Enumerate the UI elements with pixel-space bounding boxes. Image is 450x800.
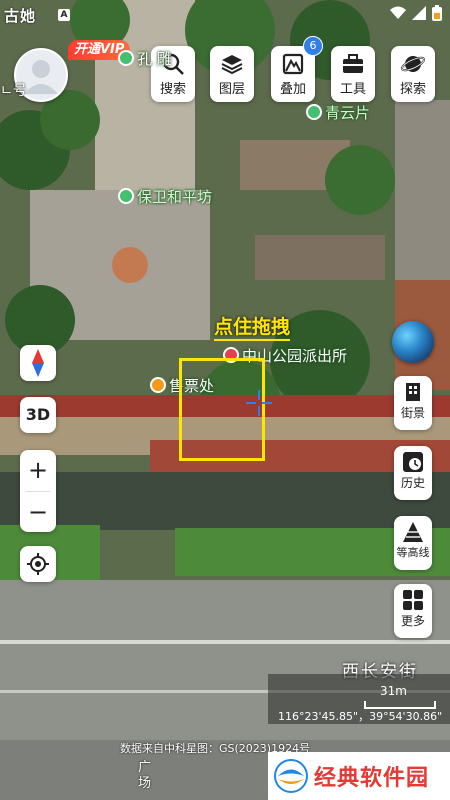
building-icon (406, 383, 420, 401)
explore-button[interactable]: 探索 (391, 46, 435, 102)
contour-label: 等高线 (396, 546, 430, 559)
globe-button[interactable] (392, 321, 434, 363)
more-button[interactable]: 更多 (394, 584, 432, 638)
street-label-vertical: 广场 (138, 760, 152, 791)
notification-icon: A (58, 9, 70, 21)
layers-button[interactable]: 图层 (210, 46, 254, 102)
status-bar: 古她 A (0, 0, 450, 30)
coordinates: 116°23'45.85"，39°54'30.86" (278, 710, 443, 723)
overlay-icon (282, 53, 304, 75)
street-view-label: 街景 (400, 406, 425, 420)
poi-qingyun[interactable]: 青云片 (306, 102, 370, 123)
3d-toggle-button[interactable]: 3D (20, 397, 56, 433)
more-label: 更多 (400, 614, 425, 628)
contour-icon (403, 522, 423, 542)
scale-panel: 31m 116°23'45.85"，39°54'30.86" (268, 674, 450, 724)
watermark-logo-icon (274, 759, 308, 793)
zoom-controls: + − (20, 450, 56, 532)
crosshair-icon (246, 390, 272, 416)
compass-button[interactable] (20, 345, 56, 381)
history-icon (403, 452, 423, 472)
wifi-icon (390, 6, 406, 19)
status-icons (390, 5, 442, 21)
drag-hint: 点住拖拽 (214, 312, 291, 341)
locate-button[interactable] (20, 546, 56, 582)
history-label: 历史 (400, 476, 425, 490)
layers-label: 图层 (218, 82, 245, 97)
overlay-count-badge: 6 (303, 36, 323, 56)
ticket-marker-icon (150, 377, 166, 393)
poi-marker-icon (118, 188, 134, 204)
planet-icon (401, 56, 425, 72)
battery-icon (432, 5, 442, 21)
status-time: 古她 (4, 7, 37, 25)
corner-label: ㄴ号 (0, 83, 27, 99)
explore-label: 探索 (399, 82, 426, 97)
poi-baowei[interactable]: 保卫和平坊 (118, 186, 212, 207)
scale-label: 31m (380, 684, 407, 698)
poi-top[interactable]: 孔 雕 (118, 48, 172, 69)
layers-icon (221, 55, 243, 75)
history-button[interactable]: 历史 (394, 446, 432, 500)
search-label: 搜索 (159, 82, 186, 97)
watermark: 经典软件园 (268, 752, 450, 800)
overlay-label: 叠加 (279, 82, 306, 97)
tools-label: 工具 (339, 82, 366, 97)
zoom-in-button[interactable]: + (20, 450, 56, 491)
watermark-text: 经典软件园 (314, 766, 430, 791)
poi-marker-icon (306, 104, 322, 120)
poi-marker-icon (118, 50, 134, 66)
toolbox-icon (343, 54, 363, 73)
contour-button[interactable]: 等高线 (394, 516, 432, 570)
compass-icon (32, 349, 44, 377)
locate-icon (27, 553, 49, 575)
zoom-out-button[interactable]: − (20, 492, 56, 533)
overlay-button[interactable]: 叠加 6 (271, 36, 323, 102)
signal-icon (412, 6, 426, 20)
grid-icon (403, 590, 423, 610)
street-view-button[interactable]: 街景 (394, 376, 432, 430)
tools-button[interactable]: 工具 (331, 46, 375, 102)
